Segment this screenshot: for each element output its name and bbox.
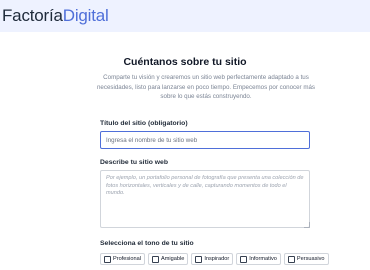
site-description-textarea[interactable] [100,170,310,228]
tone-option-persuasivo[interactable]: Persuasivo [283,253,329,265]
top-bar: FactoríaDigital [0,0,370,32]
tone-option-amigable[interactable]: Amigable [148,253,189,265]
form-title: Cuéntanos sobre tu sitio [123,56,247,68]
checkbox-icon[interactable] [240,255,248,263]
resize-grip-icon[interactable] [304,222,310,228]
form-subtitle: Comparte tu visión y crearemos un sitio … [92,73,320,102]
tone-option-label: Amigable [161,256,185,262]
subtitle-line: sobre lo que estás construyendo. [160,93,252,101]
tone-label: Selecciona el tono de tu sitio [100,240,194,247]
subtitle-line: necesidades, listo para lanzarse en poco… [96,83,316,91]
checkbox-icon[interactable] [152,255,159,263]
site-title-input[interactable] [100,131,310,149]
tone-option-informativo[interactable]: Informativo [236,253,281,265]
tone-option-label: Informativo [249,256,277,262]
tone-option-label: Persuasivo [296,256,325,262]
logo-accent-text: Digital [62,6,109,25]
logo-brand-text: Factoría [2,6,63,25]
tone-option-label: Profesional [113,256,141,262]
tone-option-label: Inspirador [204,256,230,262]
subtitle-line: Comparte tu visión y crearemos un sitio … [103,74,309,81]
tone-option-inspirador[interactable]: Inspirador [191,253,234,265]
logo[interactable]: FactoríaDigital [2,6,109,26]
checkbox-icon[interactable] [195,255,203,263]
checkbox-icon[interactable] [287,255,295,263]
site-title-label: Título del sitio (obligatorio) [100,120,188,127]
tone-option-profesional[interactable]: Profesional [100,253,145,265]
checkbox-icon[interactable] [104,255,111,263]
site-description-label: Describe tu sitio web [100,159,168,166]
tone-options: Profesional Amigable Inspirador Informat… [100,253,329,265]
